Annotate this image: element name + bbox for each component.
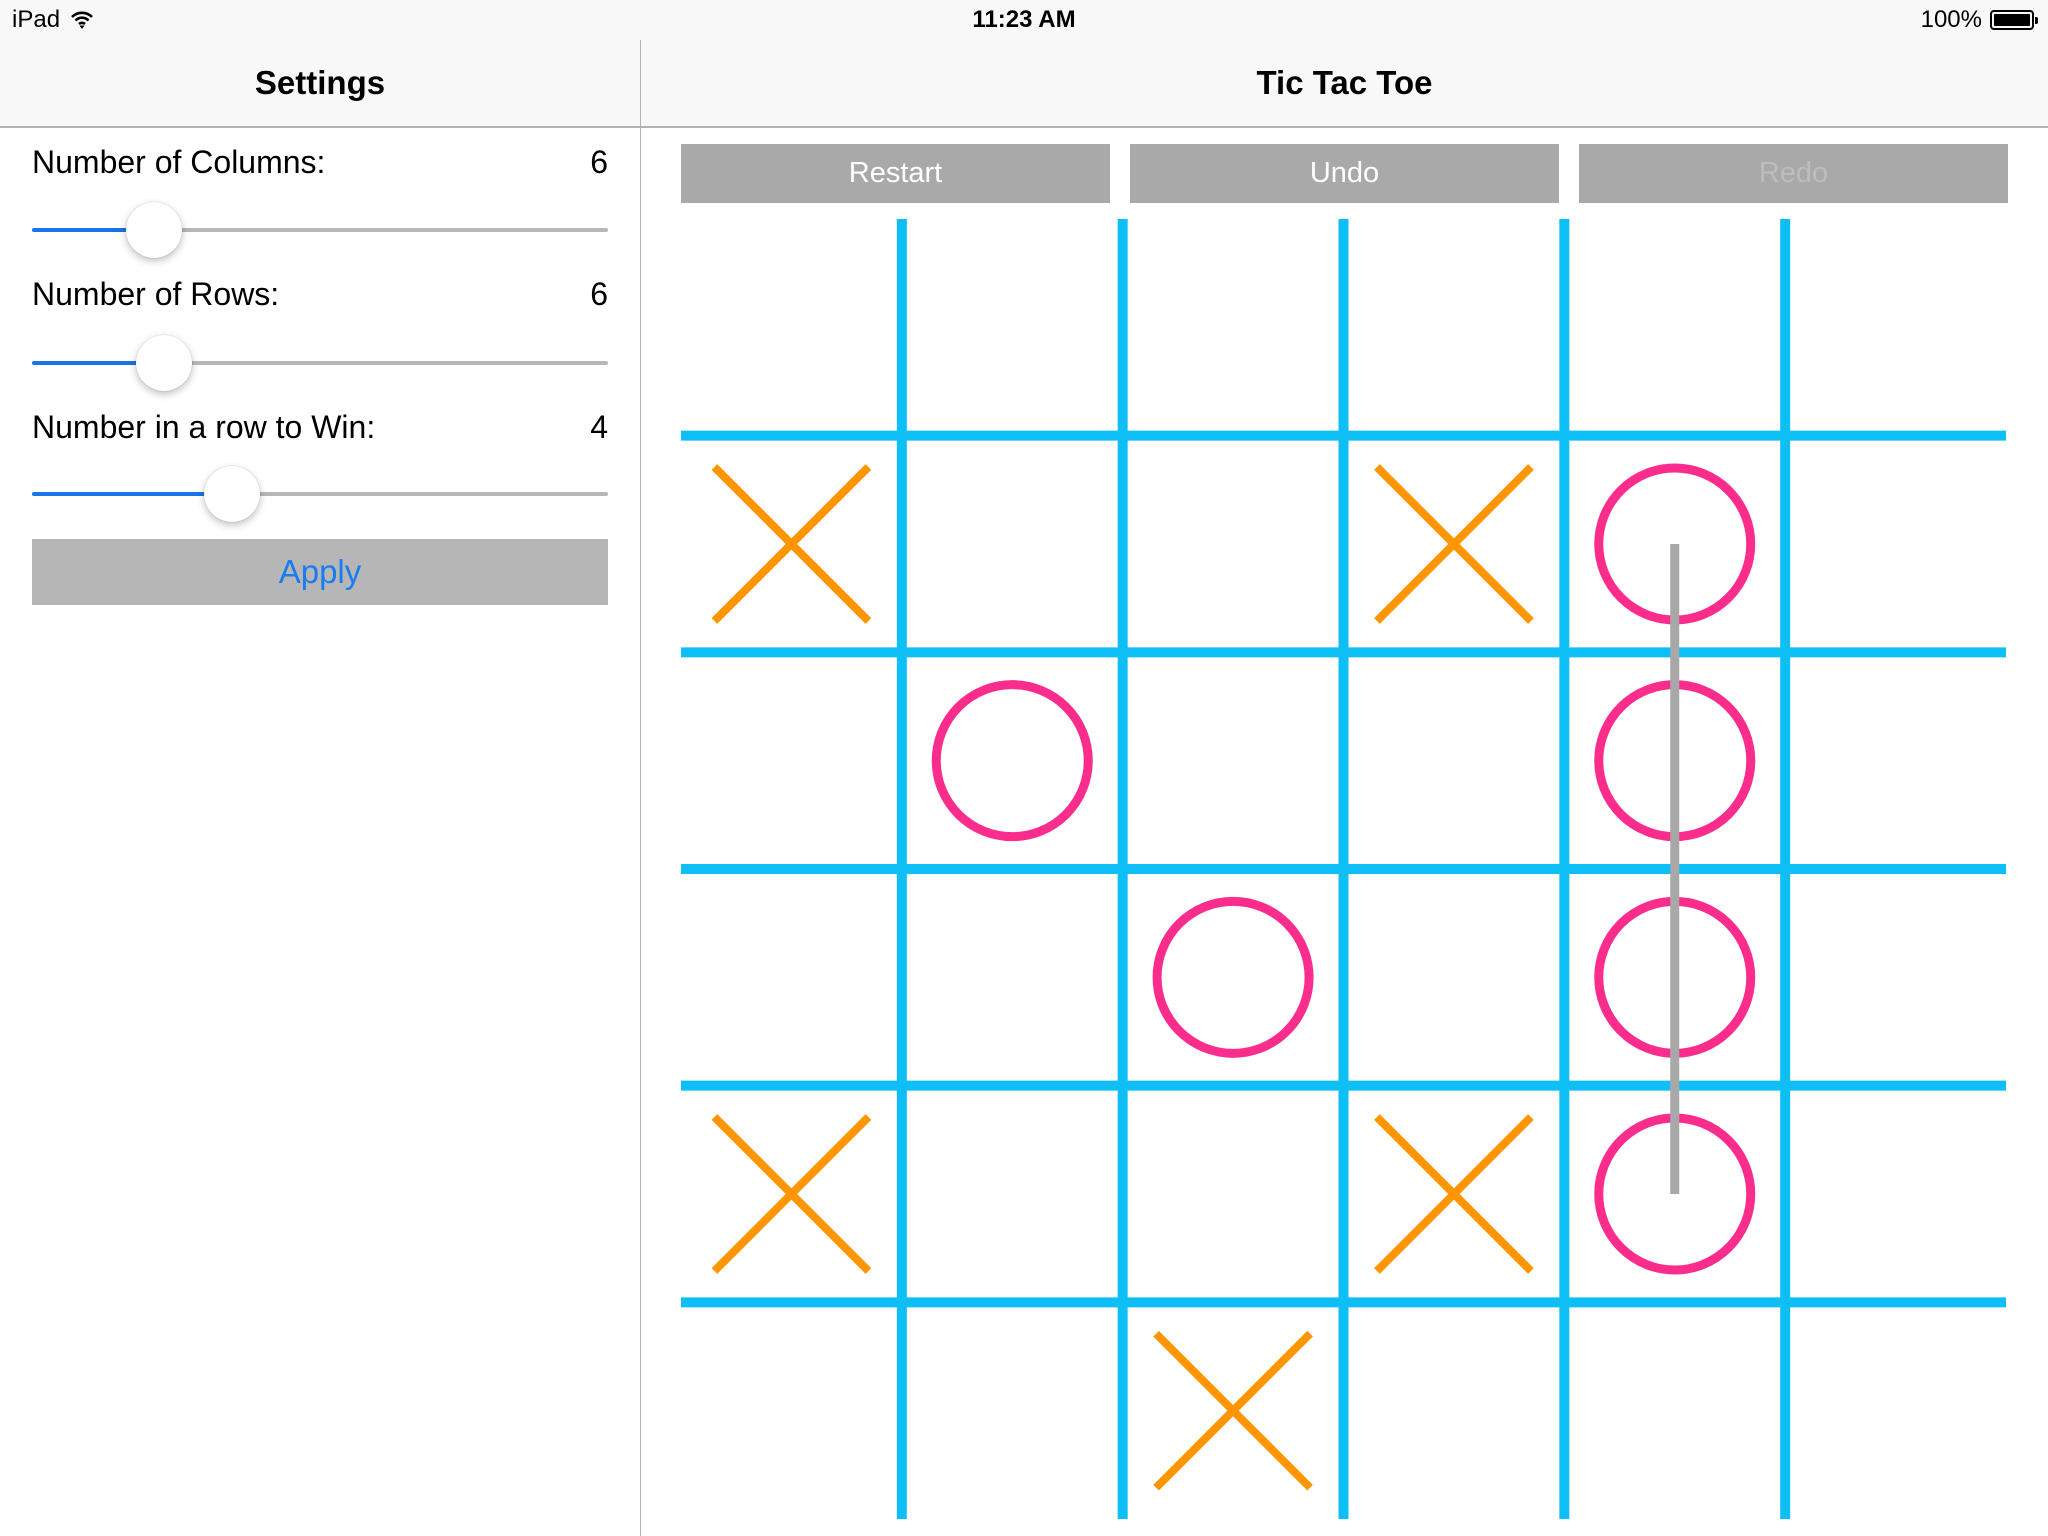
board-cell[interactable] xyxy=(1785,869,2006,1086)
status-bar-right: 100% xyxy=(1920,6,2038,34)
board-cell[interactable] xyxy=(1785,1302,2006,1519)
board-cell[interactable] xyxy=(1564,219,1785,436)
board-cell[interactable] xyxy=(1123,219,1344,436)
board-cell[interactable] xyxy=(681,219,902,436)
board-cell[interactable] xyxy=(1344,652,1565,869)
board-cell[interactable] xyxy=(1123,1086,1344,1303)
board-cell[interactable] xyxy=(1344,1302,1565,1519)
board-cell[interactable] xyxy=(1785,436,2006,653)
board-cell[interactable] xyxy=(681,652,902,869)
board-cell[interactable] xyxy=(902,1086,1123,1303)
board-cell[interactable] xyxy=(681,869,902,1086)
board-cell[interactable] xyxy=(902,1302,1123,1519)
board-cell[interactable] xyxy=(902,436,1123,653)
board-cell[interactable] xyxy=(902,869,1123,1086)
board-cell[interactable] xyxy=(902,219,1123,436)
board-cell[interactable] xyxy=(681,1302,902,1519)
status-time: 11:23 AM xyxy=(972,6,1076,33)
board-cell[interactable] xyxy=(1785,219,2006,436)
board-cell[interactable] xyxy=(1123,436,1344,653)
board-cell[interactable] xyxy=(1344,219,1565,436)
game-board[interactable] xyxy=(0,0,2048,1536)
board-cell[interactable] xyxy=(1564,1302,1785,1519)
board-cell[interactable] xyxy=(1344,869,1565,1086)
status-bar: iPad 11:23 AM 100% xyxy=(0,0,2048,40)
battery-icon xyxy=(1990,10,2038,30)
board-cell[interactable] xyxy=(1123,652,1344,869)
board-cell[interactable] xyxy=(1785,652,2006,869)
board-cell[interactable] xyxy=(1785,1086,2006,1303)
battery-percent: 100% xyxy=(1920,6,1982,33)
